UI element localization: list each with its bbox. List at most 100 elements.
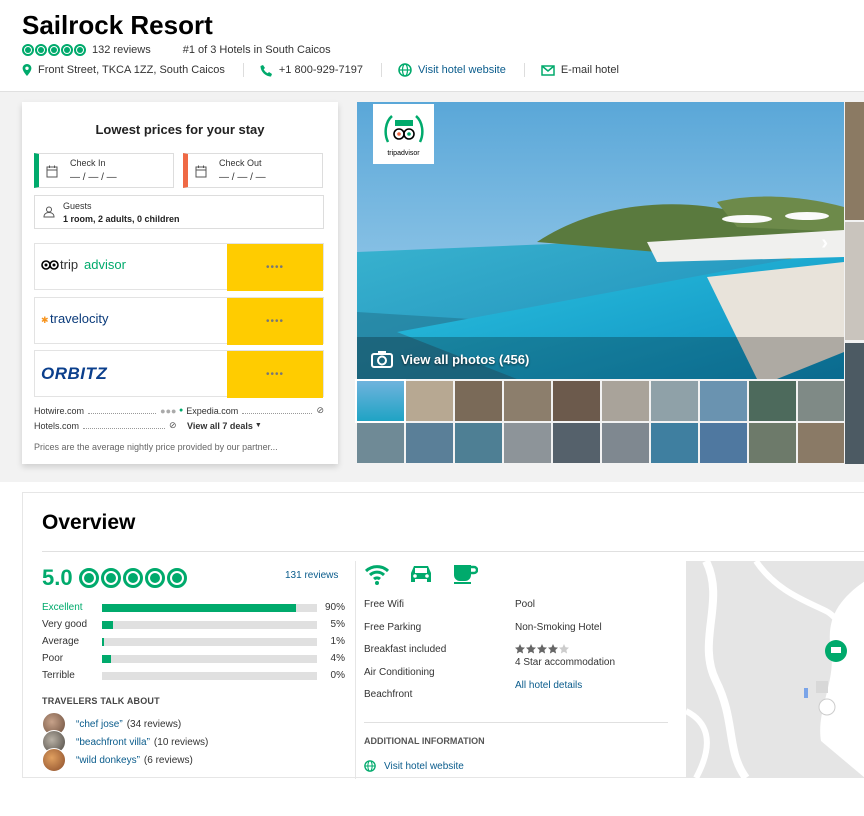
next-photo-arrow-icon[interactable]: › bbox=[821, 232, 828, 255]
star-rating-icons bbox=[515, 644, 569, 654]
amenity-item: Non-Smoking Hotel bbox=[515, 621, 602, 633]
car-icon bbox=[411, 566, 431, 582]
amenity-item: Pool bbox=[515, 599, 536, 610]
all-hotel-details-link[interactable]: All hotel details bbox=[515, 680, 615, 700]
amenity-item: Beachfront bbox=[364, 689, 413, 700]
talk-item[interactable]: “wild donkeys” (6 reviews) bbox=[42, 748, 208, 772]
hotel-map[interactable] bbox=[686, 561, 864, 778]
photo-thumbnail[interactable] bbox=[749, 381, 796, 421]
guests-field[interactable]: Guests 1 room, 2 adults, 0 children bbox=[34, 195, 324, 229]
person-icon bbox=[43, 206, 55, 218]
deal-row-travelocity[interactable]: ✱ travelocity •••• bbox=[34, 297, 324, 345]
page-title: Sailrock Resort bbox=[22, 10, 213, 40]
rating-bar-row[interactable]: Very good 5% bbox=[42, 616, 347, 633]
rating-bar-percent: 1% bbox=[330, 636, 345, 647]
wifi-icon bbox=[364, 565, 390, 585]
photo-thumbnail[interactable] bbox=[406, 423, 453, 463]
view-deal-button[interactable]: •••• bbox=[227, 244, 323, 291]
photo-thumbnail[interactable] bbox=[700, 423, 747, 463]
coffee-cup-icon bbox=[454, 565, 478, 584]
photo-thumbnail[interactable] bbox=[651, 423, 698, 463]
photo-thumbnail[interactable] bbox=[798, 381, 844, 421]
globe-icon bbox=[398, 63, 412, 77]
svg-text:✱: ✱ bbox=[41, 315, 49, 325]
bubble-rating-icon bbox=[78, 568, 187, 588]
mini-deals: Hotwire.com ●●● ● Expedia.com ⊘ Hotels.com ⊘… bbox=[34, 403, 324, 433]
rating-bar-track bbox=[102, 654, 317, 663]
photo-thumbnail[interactable] bbox=[651, 381, 698, 421]
rating-bar-percent: 4% bbox=[330, 653, 345, 664]
rating-bar-track bbox=[102, 620, 317, 629]
talk-item[interactable]: “beachfront villa” (10 reviews) bbox=[42, 730, 208, 754]
photo-thumbnail[interactable] bbox=[700, 381, 747, 421]
amenities-list-b: Pool Non-Smoking Hotel 4 Star accommodat… bbox=[515, 599, 615, 700]
rating-bar-row[interactable]: Poor 4% bbox=[42, 650, 347, 667]
rating-bar-row[interactable]: Average 1% bbox=[42, 633, 347, 650]
star-icon bbox=[559, 644, 569, 654]
photo-thumbnails bbox=[355, 379, 844, 464]
rating-bar-row[interactable]: Terrible 0% bbox=[42, 667, 347, 684]
reviews-count-link[interactable]: 132 reviews bbox=[92, 44, 151, 56]
email-hotel-link[interactable]: E-mail hotel bbox=[541, 64, 619, 76]
phone[interactable]: +1 800-929-7197 bbox=[260, 64, 363, 77]
avatar bbox=[42, 748, 66, 772]
overview-section: Overview 5.0 131 reviews Excellent 90% Ver… bbox=[22, 492, 864, 779]
hotel-rank[interactable]: #1 of 3 Hotels in South Caicos bbox=[183, 44, 331, 56]
map-pin-icon bbox=[22, 64, 32, 76]
travelocity-logo: ✱ travelocity bbox=[41, 311, 129, 330]
rating-bar-fill bbox=[102, 603, 296, 612]
photo-thumbnail[interactable] bbox=[749, 423, 796, 463]
address-text: Front Street, TKCA 1ZZ, South Caicos bbox=[38, 64, 225, 76]
photo-thumbnail[interactable] bbox=[798, 423, 844, 463]
photo-thumbnail[interactable] bbox=[455, 423, 502, 463]
photo-thumbnail[interactable] bbox=[355, 379, 406, 423]
deal-expedia[interactable]: ● Expedia.com ⊘ bbox=[179, 405, 324, 416]
photo-thumbnail[interactable] bbox=[406, 381, 453, 421]
svg-text:trip: trip bbox=[60, 257, 78, 272]
view-all-deals-link[interactable]: View all 7 deals ▼ bbox=[179, 421, 324, 431]
rating-bar-row[interactable]: Excellent 90% bbox=[42, 599, 347, 616]
photo-thumbnail[interactable] bbox=[504, 381, 551, 421]
photo-thumbnail[interactable] bbox=[602, 423, 649, 463]
visit-website-link-2[interactable]: Visit hotel website bbox=[364, 760, 464, 772]
amenity-item: Air Conditioning bbox=[364, 666, 435, 678]
reviews-link[interactable]: 131 reviews bbox=[285, 570, 338, 581]
deal-row-tripadvisor[interactable]: trip advisor •••• bbox=[34, 243, 324, 291]
amenity-icons bbox=[364, 563, 478, 585]
star-icon bbox=[548, 644, 558, 654]
svg-text:advisor: advisor bbox=[84, 257, 127, 272]
orbitz-logo: ORBITZ bbox=[41, 364, 129, 385]
deal-hotels[interactable]: Hotels.com ⊘ bbox=[34, 420, 179, 431]
view-all-photos-button[interactable]: View all photos (456) bbox=[371, 350, 529, 368]
email-hotel-text: E-mail hotel bbox=[560, 64, 619, 76]
check-out-label: Check Out bbox=[219, 158, 262, 168]
hotel-header: Sailrock Resort 132 reviews #1 of 3 Hote… bbox=[0, 0, 864, 92]
check-in-value: — / — / — bbox=[70, 172, 117, 183]
badge-tripadvisor-text: tripadvisor bbox=[387, 149, 420, 157]
check-in-field[interactable]: Check In — / — / — bbox=[34, 153, 174, 188]
photo-thumbnail[interactable] bbox=[357, 423, 404, 463]
phone-icon bbox=[260, 64, 272, 76]
view-deal-button[interactable]: •••• bbox=[227, 298, 323, 345]
tripadvisor-logo: trip advisor bbox=[41, 257, 129, 276]
rating-bar-fill bbox=[102, 620, 113, 629]
photo-thumbnail[interactable] bbox=[455, 381, 502, 421]
deal-hotwire[interactable]: Hotwire.com ●●● bbox=[34, 406, 179, 416]
rating-bar-percent: 90% bbox=[324, 602, 345, 613]
travelers-talk-list: “chef jose” (34 reviews) “beachfront vill… bbox=[42, 712, 208, 772]
deal-row-orbitz[interactable]: ORBITZ •••• bbox=[34, 350, 324, 398]
star-rating: 4 Star accommodation bbox=[515, 644, 615, 680]
address[interactable]: Front Street, TKCA 1ZZ, South Caicos bbox=[22, 64, 225, 76]
view-deal-button[interactable]: •••• bbox=[227, 351, 323, 398]
photo-thumbnail[interactable] bbox=[602, 381, 649, 421]
check-out-field[interactable]: Check Out — / — / — bbox=[183, 153, 323, 188]
side-photo-strip[interactable] bbox=[845, 102, 864, 464]
photo-thumbnail[interactable] bbox=[553, 423, 600, 463]
overview-title: Overview bbox=[42, 511, 136, 534]
photo-thumbnail[interactable] bbox=[504, 423, 551, 463]
visit-website-link[interactable]: Visit hotel website bbox=[398, 63, 506, 77]
photo-thumbnail[interactable] bbox=[553, 381, 600, 421]
main-hotel-photo[interactable]: tripadvisor View all photos (456) › bbox=[357, 102, 844, 379]
globe-icon bbox=[364, 760, 376, 772]
talk-item[interactable]: “chef jose” (34 reviews) bbox=[42, 712, 208, 736]
